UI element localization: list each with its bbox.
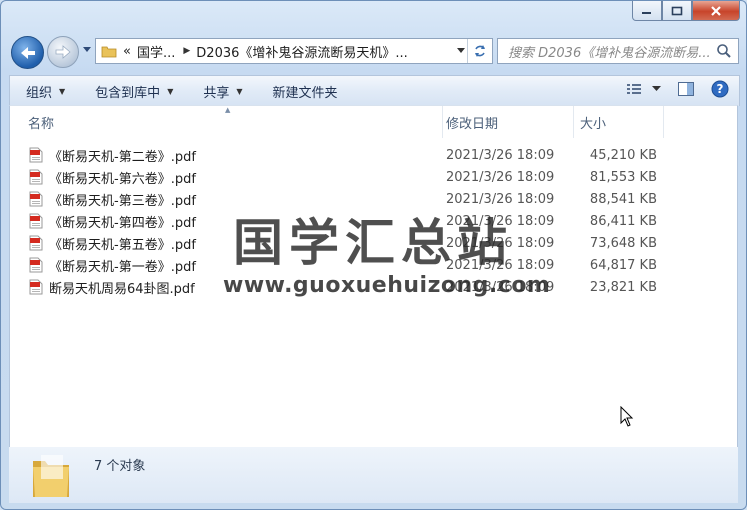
file-name: 《断易天机-第六卷》.pdf: [49, 171, 196, 187]
breadcrumb-separator-icon[interactable]: ▶: [183, 46, 190, 56]
caption-buttons: [632, 1, 740, 21]
new-folder-label: 新建文件夹: [272, 85, 338, 101]
new-folder-button[interactable]: 新建文件夹: [257, 77, 352, 105]
pdf-file-icon: [28, 169, 44, 185]
refresh-icon: [475, 45, 485, 57]
file-row[interactable]: 《断易天机-第二卷》.pdf 2021/3/26 18:09 45,210 KB: [28, 144, 728, 166]
forward-button[interactable]: [47, 36, 79, 68]
back-button[interactable]: [11, 36, 44, 69]
file-date: 2021/3/26 18:09: [446, 147, 555, 163]
view-controls: ?: [626, 80, 729, 98]
close-icon: [711, 5, 721, 16]
chevron-down-icon: ▼: [59, 86, 66, 96]
folder-icon: [101, 46, 117, 58]
minimize-button[interactable]: [632, 1, 662, 21]
column-divider[interactable]: [663, 106, 664, 138]
pdf-file-icon: [28, 257, 44, 273]
mouse-cursor-icon: [620, 406, 634, 427]
file-size: 45,210 KB: [589, 147, 657, 163]
command-bar: 组织 ▼ 包含到库中 ▼ 共享 ▼ 新建文件夹 ?: [9, 75, 740, 106]
folder-icon: [33, 455, 69, 497]
file-size: 23,821 KB: [589, 279, 657, 295]
file-name: 《断易天机-第二卷》.pdf: [49, 149, 196, 165]
pdf-file-icon: [28, 213, 44, 229]
details-pane: 7 个对象: [9, 447, 738, 503]
file-date: 2021/3/26 18:09: [446, 169, 555, 185]
breadcrumb-item-current[interactable]: D2036《增补鬼谷源流断易天机》...: [196, 42, 408, 61]
share-label: 共享: [203, 85, 230, 101]
explorer-window: « 国学... ▶ D2036《增补鬼谷源流断易天机》... 搜索 D2036《…: [0, 0, 747, 510]
file-row[interactable]: 《断易天机-第六卷》.pdf 2021/3/26 18:09 81,553 KB: [28, 166, 728, 188]
minimize-icon: [642, 11, 651, 14]
breadcrumb-item-parent[interactable]: 国学...: [137, 42, 175, 61]
file-size: 73,648 KB: [589, 235, 657, 251]
breadcrumb-overflow[interactable]: «: [123, 44, 131, 59]
pdf-file-icon: [28, 235, 44, 251]
include-in-library-label: 包含到库中: [95, 85, 161, 101]
pdf-file-icon: [28, 279, 44, 295]
column-header-name[interactable]: 名称: [28, 106, 54, 138]
file-size: 64,817 KB: [589, 257, 657, 273]
search-placeholder: 搜索 D2036《增补鬼谷源流断易...: [508, 45, 711, 61]
search-icon[interactable]: [716, 43, 732, 59]
chevron-down-icon: [652, 86, 661, 91]
column-header-size[interactable]: 大小: [580, 106, 606, 138]
organize-menu[interactable]: 组织 ▼: [10, 77, 79, 105]
pdf-file-icon: [28, 191, 44, 207]
refresh-button[interactable]: [467, 39, 492, 63]
view-details-icon: [627, 84, 641, 94]
search-box[interactable]: 搜索 D2036《增补鬼谷源流断易...: [497, 38, 739, 64]
chevron-down-icon: ▼: [236, 86, 243, 96]
close-button[interactable]: [692, 1, 740, 21]
help-icon[interactable]: ?: [711, 80, 729, 98]
pdf-file-icon: [28, 147, 44, 163]
column-divider[interactable]: [442, 106, 443, 138]
file-size: 81,553 KB: [589, 169, 657, 185]
maximize-button[interactable]: [662, 1, 692, 21]
svg-text:?: ?: [717, 82, 724, 96]
maximize-icon: [671, 6, 683, 15]
column-header-date[interactable]: 修改日期: [446, 106, 498, 138]
share-menu[interactable]: 共享 ▼: [187, 77, 256, 105]
arrow-left-icon: [20, 46, 35, 59]
preview-pane-icon[interactable]: [677, 81, 695, 97]
include-in-library-menu[interactable]: 包含到库中 ▼: [79, 77, 187, 105]
arrow-right-icon: [55, 45, 71, 59]
recent-pages-icon[interactable]: [82, 46, 92, 54]
chevron-down-icon: ▼: [167, 86, 174, 96]
item-count: 7 个对象: [94, 459, 146, 474]
watermark-url: www.guoxuehuizong.com: [223, 273, 551, 298]
file-size: 86,411 KB: [589, 213, 657, 229]
sort-indicator-icon: ▲: [225, 106, 231, 114]
organize-label: 组织: [26, 85, 53, 101]
address-bar[interactable]: « 国学... ▶ D2036《增补鬼谷源流断易天机》...: [95, 38, 493, 64]
file-size: 88,541 KB: [589, 191, 657, 207]
address-dropdown-icon[interactable]: [456, 47, 466, 54]
column-divider[interactable]: [573, 106, 574, 138]
navigation-bar: « 国学... ▶ D2036《增补鬼谷源流断易天机》... 搜索 D2036《…: [1, 33, 746, 69]
change-view-button[interactable]: [626, 82, 661, 96]
watermark-title: 国学汇总站: [233, 214, 513, 272]
